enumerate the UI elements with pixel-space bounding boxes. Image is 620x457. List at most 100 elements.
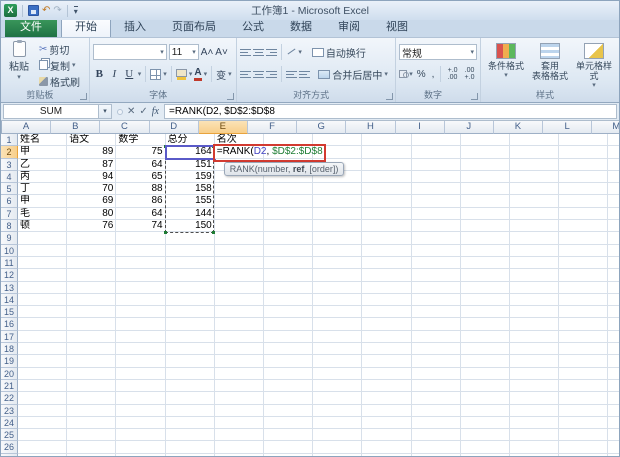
percent-style-button[interactable]: % [415,66,428,82]
cell-F11[interactable] [263,256,314,270]
cell-M24[interactable] [608,417,619,430]
cell-G17[interactable] [313,330,363,344]
cell-M8[interactable] [608,220,619,233]
cell-G5[interactable] [313,183,363,196]
cell-K4[interactable] [509,170,560,184]
row-header-15[interactable]: 15 [1,306,18,319]
cell-K18[interactable] [509,343,560,356]
cell-B21[interactable] [67,379,117,393]
cell-J24[interactable] [460,416,510,430]
cell-M1[interactable] [608,134,619,147]
save-icon[interactable] [28,5,39,16]
cell-K10[interactable] [509,244,560,257]
decrease-decimal-button[interactable]: .00 +.0 [462,67,477,81]
cell-I25[interactable] [411,429,461,442]
cell-H10[interactable] [362,244,412,257]
cell-G16[interactable] [313,318,363,331]
cell-H8[interactable] [362,220,412,233]
cell-J4[interactable] [460,170,510,184]
cell-G20[interactable] [313,367,363,380]
cell-L8[interactable] [559,220,609,233]
cell-D15[interactable] [165,306,215,319]
number-dialog-launcher[interactable] [471,93,478,100]
cell-L24[interactable] [559,416,609,430]
cell-F15[interactable] [263,306,314,319]
format-painter-button[interactable]: 格式刷 [37,73,82,89]
row-header-2[interactable]: 2 [1,146,18,159]
cell-B4[interactable]: 94 [67,170,117,184]
cell-M26[interactable] [608,441,619,454]
cell-B5[interactable]: 70 [67,183,117,196]
cell-K19[interactable] [509,355,560,368]
cell-G21[interactable] [313,379,363,393]
alignment-dialog-launcher[interactable] [386,93,393,100]
cell-H22[interactable] [362,392,412,405]
cell-I12[interactable] [411,269,461,282]
cell-I26[interactable] [411,441,461,454]
cell-styles-button[interactable]: 单元格样式 ▾ [572,41,616,91]
cell-J25[interactable] [460,429,510,442]
cell-A13[interactable] [18,281,68,294]
cell-A6[interactable]: 申 [18,195,68,208]
cell-B17[interactable] [67,330,117,344]
cell-M2[interactable] [608,146,619,159]
cell-J12[interactable] [460,269,510,282]
cell-M21[interactable] [608,380,619,393]
conditional-formatting-button[interactable]: 条件格式 ▾ [484,41,528,91]
cell-M20[interactable] [608,368,619,380]
cell-H26[interactable] [362,441,412,454]
column-header-D[interactable]: D [149,121,199,134]
cell-L25[interactable] [559,429,609,442]
column-header-F[interactable]: F [247,121,298,134]
cell-F20[interactable] [263,367,314,380]
cell-H19[interactable] [362,355,412,368]
cell-A19[interactable] [18,355,68,368]
row-header-23[interactable]: 23 [1,404,18,417]
cell-I21[interactable] [411,379,461,393]
cell-J18[interactable] [460,343,510,356]
cell-M17[interactable] [608,331,619,344]
cell-F21[interactable] [263,379,314,393]
cell-G25[interactable] [313,429,363,442]
row-header-6[interactable]: 6 [1,195,18,208]
cell-F26[interactable] [263,441,314,454]
bold-button[interactable]: B [93,68,106,80]
cell-D3[interactable]: 151 [165,158,215,171]
cell-D26[interactable] [165,441,215,454]
cell-B22[interactable] [67,392,117,405]
cell-G10[interactable] [313,244,363,257]
cell-E1[interactable]: 名次 [214,134,264,147]
cell-A15[interactable] [18,306,68,319]
row-header-16[interactable]: 16 [1,318,18,331]
cell-G15[interactable] [313,306,363,319]
cell-L3[interactable] [559,158,609,171]
cell-A24[interactable] [18,416,68,430]
cell-L23[interactable] [559,404,609,417]
cell-B7[interactable]: 80 [67,207,117,221]
cell-L1[interactable] [559,134,609,147]
cell-I23[interactable] [411,404,461,417]
cell-B15[interactable] [67,306,117,319]
cell-J10[interactable] [460,244,510,257]
cell-J16[interactable] [460,318,510,331]
cell-G13[interactable] [313,281,363,294]
cell-I13[interactable] [411,281,461,294]
cell-K21[interactable] [509,379,560,393]
wrap-text-button[interactable]: 自动换行 [310,44,368,60]
cell-A18[interactable] [18,343,68,356]
cell-E25[interactable] [214,429,264,442]
cell-C23[interactable] [116,404,166,417]
align-bottom-icon[interactable] [266,48,278,57]
cell-K3[interactable] [509,158,560,171]
cell-J20[interactable] [460,367,510,380]
cell-H5[interactable] [362,183,412,196]
column-header-I[interactable]: I [395,121,445,134]
cell-B19[interactable] [67,355,117,368]
cell-C18[interactable] [116,343,166,356]
cell-H15[interactable] [362,306,412,319]
cell-D22[interactable] [165,392,215,405]
cell-B1[interactable]: 语文 [67,134,117,147]
cell-G26[interactable] [313,441,363,454]
cell-L9[interactable] [559,232,609,245]
cell-K6[interactable] [509,195,560,208]
